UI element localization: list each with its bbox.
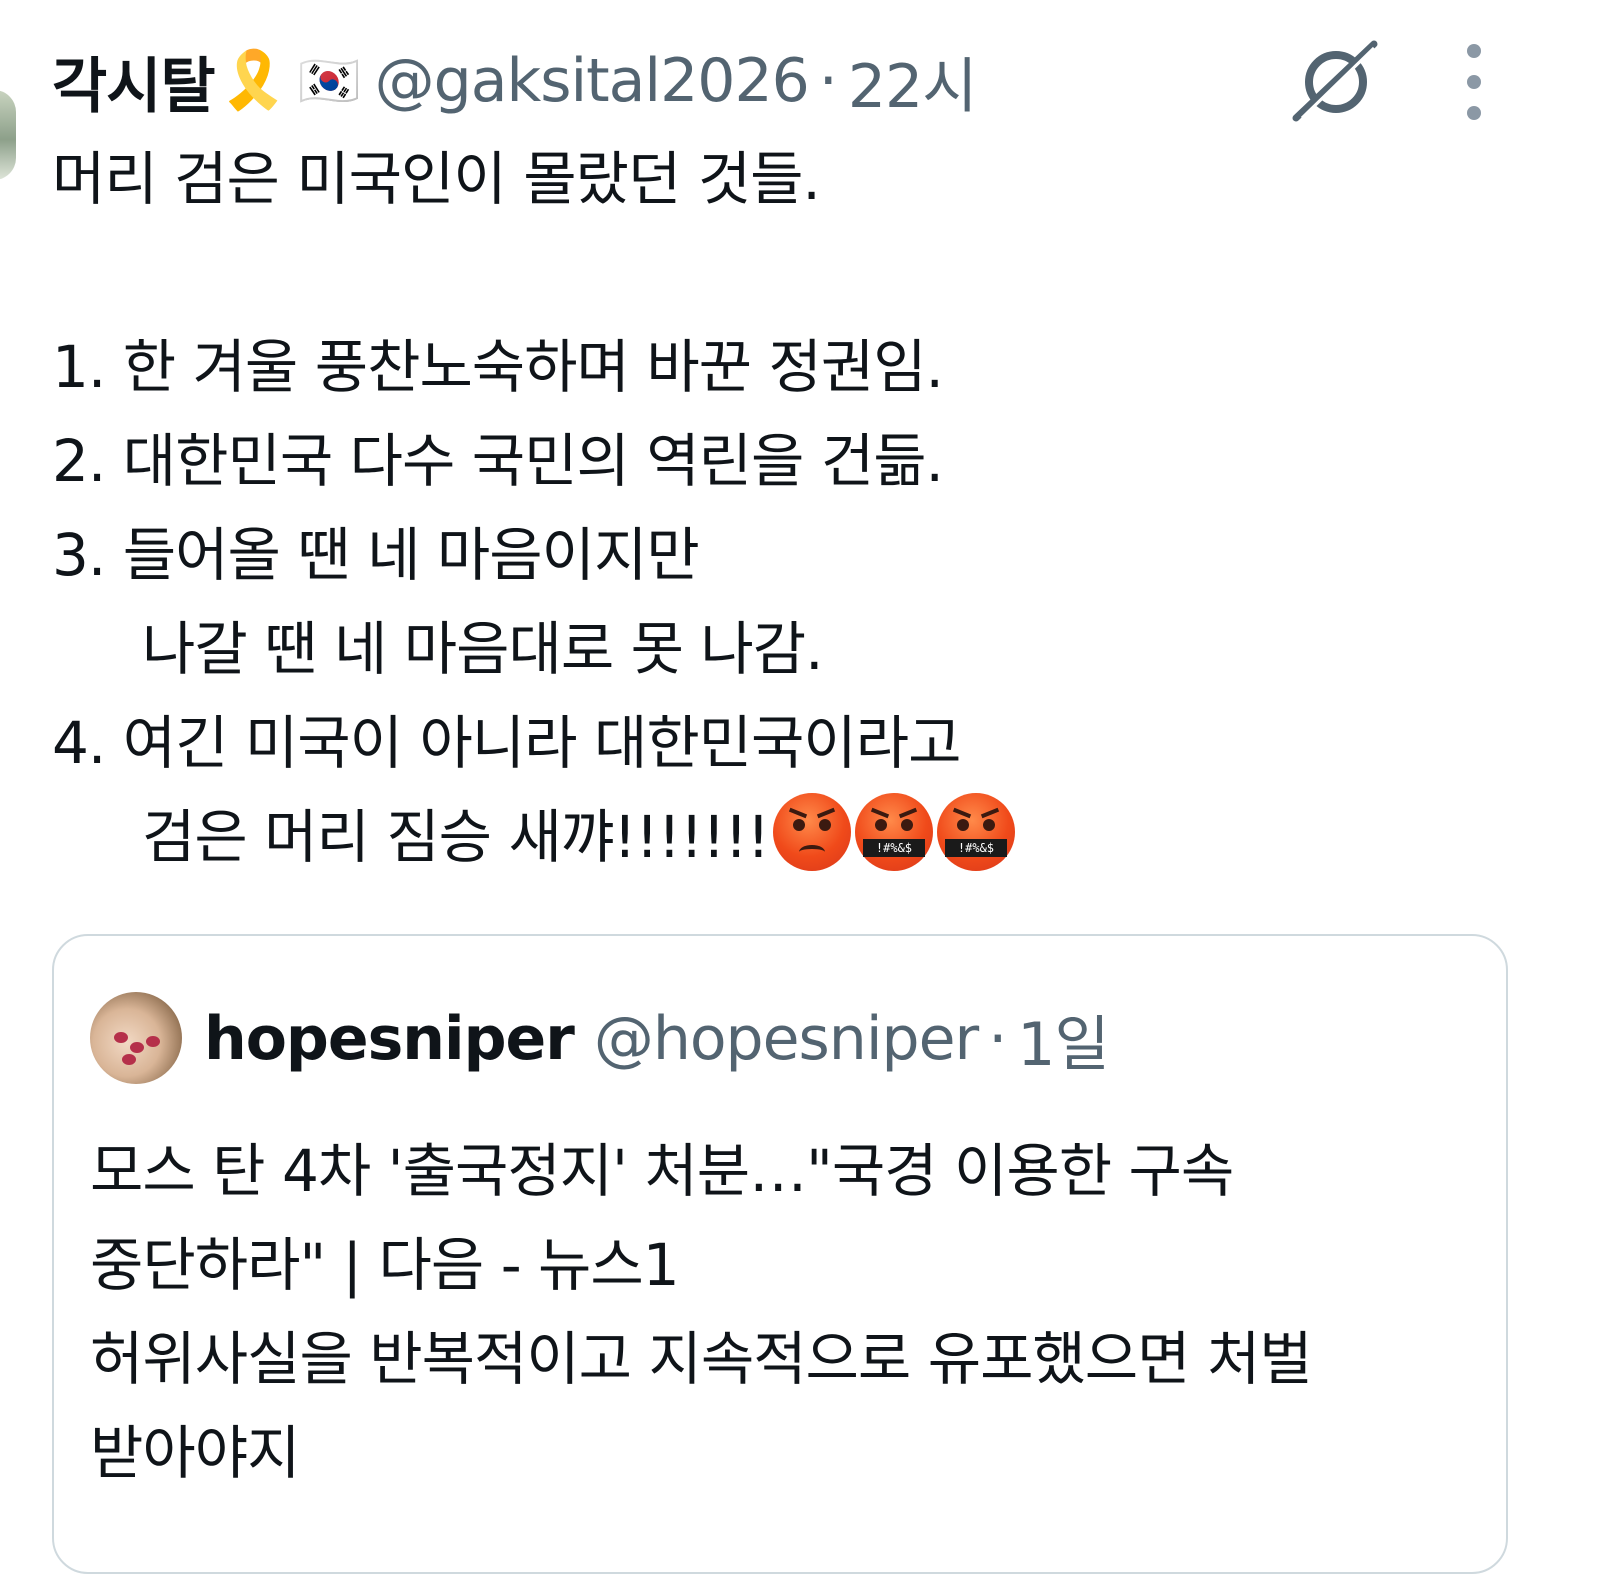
- quoted-header: hopesniper @hopesniper · 1일: [204, 994, 1110, 1084]
- grok-button[interactable]: [1290, 40, 1382, 122]
- more-vertical-icon: [1467, 75, 1481, 89]
- separator-dot: ·: [818, 46, 838, 116]
- tweet[interactable]: 각시탈 🎗️ 🇰🇷 @gaksital2026 · 22시 머리 검은 미국인이…: [0, 0, 1600, 1574]
- quoted-time[interactable]: 1일: [1017, 996, 1109, 1083]
- cursing-face-emoji: !#%&$: [854, 793, 933, 871]
- separator-dot: ·: [988, 1004, 1008, 1074]
- tweet-line: 4. 여긴 미국이 아니라 대한민국이라고: [52, 709, 962, 777]
- tweet-line: 3. 들어올 땐 네 마음이지만: [52, 521, 700, 589]
- cursing-face-emoji: !#%&$: [936, 793, 1015, 871]
- cropped-avatar: [0, 90, 16, 180]
- tweet-line: 2. 대한민국 다수 국민의 역린을 건듦.: [52, 427, 944, 495]
- tweet-line-text: 검은 머리 짐승 새꺄!!!!!!!: [142, 803, 770, 871]
- quoted-handle[interactable]: @hopesniper: [594, 1004, 979, 1074]
- angry-face-emoji: [772, 793, 851, 871]
- tweet-line: 나갈 땐 네 마음대로 못 나감.: [142, 615, 824, 683]
- korea-flag-emoji: 🇰🇷: [298, 52, 361, 110]
- user-handle[interactable]: @gaksital2026: [375, 46, 810, 116]
- ribbon-emoji: 🎗️: [218, 48, 289, 113]
- quoted-line: 받아야지: [90, 1419, 300, 1487]
- grok-icon: [1292, 40, 1378, 122]
- tweet-header: 각시탈 🎗️ 🇰🇷 @gaksital2026 · 22시: [52, 36, 978, 126]
- quoted-tweet-card[interactable]: hopesniper @hopesniper · 1일 모스 탄 4차 '출국정…: [52, 934, 1508, 1574]
- quoted-text: 모스 탄 4차 '출국정지' 처분…"국경 이용한 구속 중단하라" | 다음 …: [90, 1124, 1490, 1500]
- display-name[interactable]: 각시탈: [52, 38, 216, 125]
- more-options-button[interactable]: [1452, 44, 1496, 120]
- tweet-line: 머리 검은 미국인이 몰랐던 것들.: [52, 145, 821, 213]
- tweet-line-last: 검은 머리 짐승 새꺄!!!!!!! !#%&$ !#%&$: [52, 790, 1552, 884]
- tweet-text: 머리 검은 미국인이 몰랐던 것들. 1. 한 겨울 풍찬노숙하며 바꾼 정권임…: [52, 132, 1552, 884]
- more-vertical-icon: [1467, 106, 1481, 120]
- quoted-line: 모스 탄 4차 '출국정지' 처분…"국경 이용한 구속: [90, 1137, 1234, 1205]
- tweet-line: 1. 한 겨울 풍찬노숙하며 바꾼 정권임.: [52, 333, 944, 401]
- quoted-line: 중단하라" | 다음 - 뉴스1: [90, 1231, 680, 1299]
- cursing-symbols: !#%&$: [944, 839, 1007, 857]
- tweet-line: [52, 226, 1552, 320]
- more-vertical-icon: [1467, 44, 1481, 58]
- post-time[interactable]: 22시: [848, 38, 978, 125]
- quoted-avatar[interactable]: [90, 992, 182, 1084]
- cursing-symbols: !#%&$: [862, 839, 925, 857]
- quoted-line: 허위사실을 반복적이고 지속적으로 유포했으면 처벌: [90, 1325, 1313, 1393]
- quoted-display-name[interactable]: hopesniper: [204, 1004, 575, 1074]
